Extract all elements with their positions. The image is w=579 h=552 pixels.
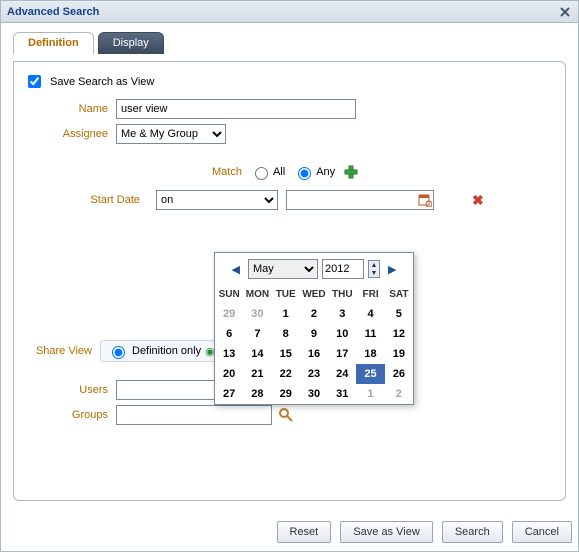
calendar-day[interactable]: 3 bbox=[328, 304, 356, 324]
calendar-day[interactable]: 30 bbox=[243, 304, 271, 324]
dialog-window: Advanced Search Definition Display Save … bbox=[0, 0, 579, 552]
calendar-weekday: THU bbox=[328, 285, 356, 304]
calendar-day[interactable]: 31 bbox=[328, 384, 356, 404]
calendar-day[interactable]: 2 bbox=[385, 384, 413, 404]
name-input[interactable] bbox=[116, 99, 356, 119]
tab-content: Save Search as View Name Assignee Me & M… bbox=[13, 61, 566, 501]
calendar-day[interactable]: 29 bbox=[215, 304, 243, 324]
titlebar: Advanced Search bbox=[1, 1, 578, 23]
match-all-radio[interactable] bbox=[255, 167, 268, 180]
save-as-view-label: Save Search as View bbox=[50, 76, 154, 88]
reset-button[interactable]: Reset bbox=[277, 521, 332, 543]
calendar-weekday: SUN bbox=[215, 285, 243, 304]
calendar-day[interactable]: 22 bbox=[272, 364, 300, 384]
calendar-day[interactable]: 27 bbox=[215, 384, 243, 404]
tab-definition[interactable]: Definition bbox=[13, 32, 94, 54]
calendar-month-select[interactable]: May bbox=[248, 259, 318, 279]
close-icon[interactable] bbox=[558, 5, 572, 19]
calendar-next-icon[interactable]: ▶ bbox=[384, 263, 400, 276]
startdate-operator-select[interactable]: on bbox=[156, 190, 278, 210]
search-button[interactable]: Search bbox=[442, 521, 503, 543]
match-label: Match bbox=[212, 166, 242, 178]
calendar-picker-icon[interactable] bbox=[417, 192, 433, 208]
calendar-day[interactable]: 1 bbox=[272, 304, 300, 324]
calendar-day[interactable]: 12 bbox=[385, 324, 413, 344]
calendar-day[interactable]: 25 bbox=[356, 364, 384, 384]
dialog-body: Definition Display Save Search as View N… bbox=[1, 23, 578, 513]
calendar-day[interactable]: 17 bbox=[328, 344, 356, 364]
calendar-day[interactable]: 20 bbox=[215, 364, 243, 384]
assignee-select[interactable]: Me & My Group bbox=[116, 124, 226, 144]
remove-criterion-icon[interactable]: ✖ bbox=[472, 192, 484, 209]
calendar-day[interactable]: 5 bbox=[385, 304, 413, 324]
calendar-popup: ◀ May ▲ ▼ ▶ SUNMONTUEWEDTHUFRISAT 293012… bbox=[214, 252, 414, 405]
calendar-day[interactable]: 11 bbox=[356, 324, 384, 344]
definition-only-radio[interactable] bbox=[112, 346, 125, 359]
tabstrip: Definition Display bbox=[13, 31, 566, 53]
calendar-year-spinner[interactable]: ▲ ▼ bbox=[368, 260, 380, 278]
calendar-day[interactable]: 29 bbox=[272, 384, 300, 404]
calendar-day[interactable]: 30 bbox=[300, 384, 328, 404]
calendar-day[interactable]: 21 bbox=[243, 364, 271, 384]
window-title: Advanced Search bbox=[7, 1, 99, 23]
calendar-weekday: WED bbox=[300, 285, 328, 304]
calendar-day[interactable]: 13 bbox=[215, 344, 243, 364]
calendar-day[interactable]: 4 bbox=[356, 304, 384, 324]
calendar-day[interactable]: 8 bbox=[272, 324, 300, 344]
users-label: Users bbox=[24, 384, 116, 396]
dialog-footer: Reset Save as View Search Cancel bbox=[1, 513, 578, 551]
calendar-grid: SUNMONTUEWEDTHUFRISAT 293012345678910111… bbox=[215, 285, 413, 404]
calendar-day[interactable]: 28 bbox=[243, 384, 271, 404]
calendar-day[interactable]: 6 bbox=[215, 324, 243, 344]
cancel-button[interactable]: Cancel bbox=[512, 521, 572, 543]
match-any-radio[interactable] bbox=[298, 167, 311, 180]
save-as-view-checkbox[interactable] bbox=[28, 75, 41, 88]
calendar-day[interactable]: 26 bbox=[385, 364, 413, 384]
calendar-day[interactable]: 15 bbox=[272, 344, 300, 364]
share-view-label: Share View bbox=[24, 345, 100, 357]
groups-search-icon[interactable] bbox=[278, 407, 294, 423]
calendar-weekday: MON bbox=[243, 285, 271, 304]
tab-display[interactable]: Display bbox=[98, 32, 164, 54]
calendar-weekday: FRI bbox=[356, 285, 384, 304]
calendar-day[interactable]: 16 bbox=[300, 344, 328, 364]
calendar-prev-icon[interactable]: ◀ bbox=[228, 263, 244, 276]
calendar-day[interactable]: 24 bbox=[328, 364, 356, 384]
calendar-day[interactable]: 2 bbox=[300, 304, 328, 324]
calendar-day[interactable]: 18 bbox=[356, 344, 384, 364]
spinner-up-icon[interactable]: ▲ bbox=[369, 261, 379, 269]
match-all-option[interactable]: All bbox=[250, 164, 285, 180]
calendar-day[interactable]: 19 bbox=[385, 344, 413, 364]
add-criterion-icon[interactable] bbox=[343, 164, 359, 180]
save-as-view-button[interactable]: Save as View bbox=[340, 521, 432, 543]
calendar-day[interactable]: 14 bbox=[243, 344, 271, 364]
calendar-day[interactable]: 10 bbox=[328, 324, 356, 344]
calendar-weekday: SAT bbox=[385, 285, 413, 304]
calendar-day[interactable]: 9 bbox=[300, 324, 328, 344]
calendar-weekday: TUE bbox=[272, 285, 300, 304]
calendar-day[interactable]: 7 bbox=[243, 324, 271, 344]
startdate-label: Start Date bbox=[24, 194, 148, 206]
calendar-day[interactable]: 23 bbox=[300, 364, 328, 384]
groups-input[interactable] bbox=[116, 405, 272, 425]
startdate-input[interactable] bbox=[287, 191, 417, 209]
groups-label: Groups bbox=[24, 409, 116, 421]
assignee-label: Assignee bbox=[24, 128, 116, 140]
spinner-down-icon[interactable]: ▼ bbox=[369, 269, 379, 277]
calendar-day[interactable]: 1 bbox=[356, 384, 384, 404]
match-any-option[interactable]: Any bbox=[293, 164, 335, 180]
definition-only-label: Definition only bbox=[132, 345, 201, 357]
calendar-year-input[interactable] bbox=[322, 259, 364, 279]
name-label: Name bbox=[24, 103, 116, 115]
